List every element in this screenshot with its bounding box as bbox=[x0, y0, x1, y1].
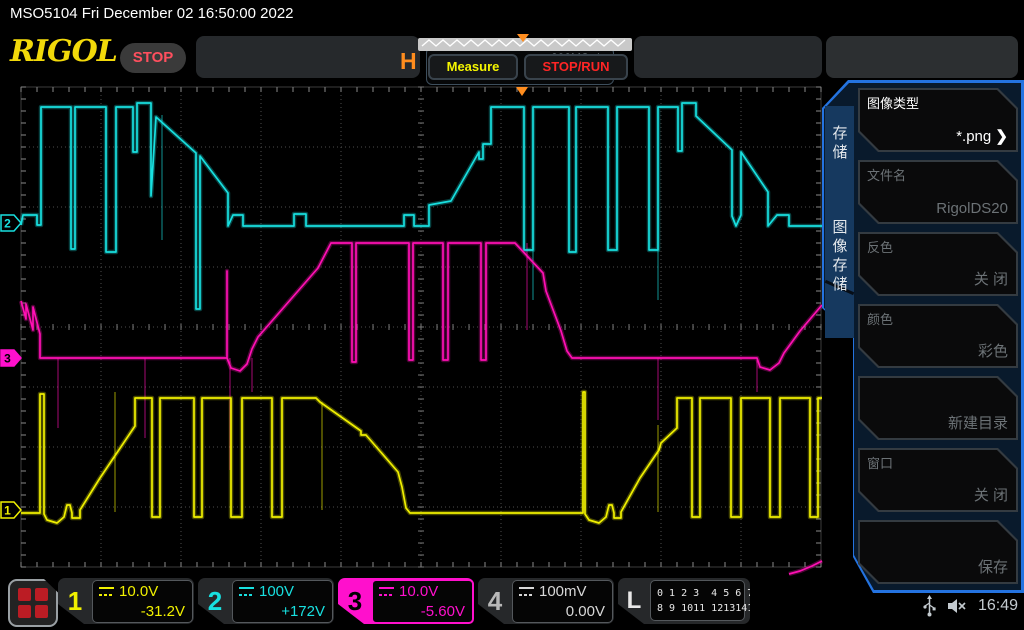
menu-item-value: 彩色 bbox=[978, 340, 1008, 361]
logic-channels-box[interactable]: L 0 1 2 3 4 5 6 7 8 9 1011 12131415 bbox=[618, 578, 750, 624]
model-datetime-bar: MSO5104 Fri December 02 16:50:00 2022 bbox=[0, 0, 1024, 28]
coupling-dc-icon bbox=[99, 587, 114, 596]
grid-dot bbox=[18, 588, 31, 601]
waveform-overview-strip[interactable] bbox=[418, 34, 632, 52]
channel-2-number: 2 bbox=[198, 578, 232, 624]
clock-time: 16:49 bbox=[978, 597, 1018, 615]
channel-3-values: 10.0V -5.60V bbox=[371, 579, 474, 624]
menu-item-filename[interactable]: 文件名 RigolDS20 bbox=[858, 160, 1018, 224]
logic-row-1: 0 1 2 3 4 5 6 7 bbox=[657, 588, 753, 599]
channel-marker-label: 1 bbox=[4, 504, 11, 518]
channel-4-offset: 0.00V bbox=[566, 603, 605, 620]
coupling-dc-icon bbox=[519, 587, 534, 596]
channel-marker-label: 3 bbox=[4, 352, 11, 366]
menu-item-value: 新建目录 bbox=[948, 412, 1008, 433]
run-state-badge[interactable]: STOP bbox=[120, 43, 186, 73]
status-tray: 16:49 bbox=[923, 595, 1018, 617]
waveform-ch2 bbox=[21, 103, 822, 309]
logic-row-2: 8 9 1011 12131415 bbox=[657, 603, 759, 614]
save-menu-panel: 存 储 图 像 存 储 图像类型 *.png ❯ 文件名 RigolDS20 反… bbox=[820, 80, 1024, 593]
header-toolbar: RIGOL STOP H 200us 200MSa/s 20Mpts Measu… bbox=[0, 28, 1024, 82]
menu-item-new-directory[interactable]: 新建目录 bbox=[858, 376, 1018, 440]
channel-1-number: 1 bbox=[58, 578, 92, 624]
channel-2-values: 100V +172V bbox=[232, 580, 333, 623]
delay-group: D -906us bbox=[634, 36, 822, 78]
channel-4-values: 100mV 0.00V bbox=[512, 580, 613, 623]
grid-dot bbox=[18, 605, 31, 618]
usb-icon bbox=[923, 595, 936, 617]
horizontal-group: H 200us 200MSa/s 20Mpts bbox=[196, 36, 420, 78]
channel-marker-label: 2 bbox=[4, 217, 11, 231]
channel-3-box-selected[interactable]: 3 10.0V -5.60V bbox=[338, 578, 474, 624]
model-datetime-text: MSO5104 Fri December 02 16:50:00 2022 bbox=[10, 5, 294, 22]
channel-1-values: 10.0V -31.2V bbox=[92, 580, 193, 623]
speaker-muted-icon bbox=[946, 597, 968, 615]
menu-item-value: 关 闭 bbox=[974, 484, 1008, 505]
menu-item-image-type[interactable]: 图像类型 *.png ❯ bbox=[858, 88, 1018, 152]
menu-item-color[interactable]: 颜色 彩色 bbox=[858, 304, 1018, 368]
grid-dot bbox=[35, 605, 48, 618]
channel-4-box[interactable]: 4 100mV 0.00V bbox=[478, 578, 614, 624]
menu-item-save[interactable]: 保存 bbox=[858, 520, 1018, 584]
menu-grid-button[interactable] bbox=[8, 579, 58, 627]
logic-channel-list: 0 1 2 3 4 5 6 7 8 9 1011 12131415 bbox=[650, 580, 745, 621]
measure-button[interactable]: Measure bbox=[428, 54, 518, 80]
channel-3-offset: -5.60V bbox=[421, 603, 465, 620]
menu-item-value-text: *.png bbox=[956, 128, 991, 145]
chevron-right-icon: ❯ bbox=[995, 128, 1008, 145]
menu-item-value: RigolDS20 bbox=[936, 200, 1008, 217]
menu-item-invert[interactable]: 反色 关 闭 bbox=[858, 232, 1018, 296]
trigger-position-marker[interactable] bbox=[516, 87, 528, 96]
tab-storage[interactable]: 存 储 bbox=[826, 124, 854, 162]
horizontal-label: H bbox=[400, 48, 417, 75]
logic-label: L bbox=[618, 578, 650, 624]
trigger-group: T 1 -49.2mV A bbox=[826, 36, 1018, 78]
menu-item-window[interactable]: 窗口 关 闭 bbox=[858, 448, 1018, 512]
rigol-logo: RIGOL bbox=[10, 34, 117, 69]
channel-2-box[interactable]: 2 100V +172V bbox=[198, 578, 334, 624]
channel-4-scale: 100mV bbox=[539, 583, 587, 600]
menu-item-label: 窗口 bbox=[867, 453, 893, 472]
menu-item-label: 颜色 bbox=[867, 309, 893, 328]
stop-run-button[interactable]: STOP/RUN bbox=[524, 54, 628, 80]
menu-item-label: 图像类型 bbox=[867, 93, 919, 112]
tab-image-storage[interactable]: 图 像 存 储 bbox=[826, 218, 854, 294]
channel-1-scale: 10.0V bbox=[119, 583, 158, 600]
channel-2-scale: 100V bbox=[259, 583, 294, 600]
channel-2-offset: +172V bbox=[281, 603, 325, 620]
grid-dot bbox=[35, 588, 48, 601]
coupling-dc-icon bbox=[379, 587, 394, 596]
menu-item-value: 关 闭 bbox=[974, 268, 1008, 289]
menu-item-label: 文件名 bbox=[867, 165, 906, 184]
overview-bar[interactable] bbox=[418, 38, 632, 51]
menu-item-value: 保存 bbox=[978, 556, 1008, 577]
channel-1-offset: -31.2V bbox=[141, 603, 185, 620]
coupling-dc-icon bbox=[239, 587, 254, 596]
channel-1-box[interactable]: 1 10.0V -31.2V bbox=[58, 578, 194, 624]
channel-3-scale: 10.0V bbox=[399, 583, 438, 600]
menu-item-value: *.png ❯ bbox=[956, 127, 1008, 145]
menu-item-label: 反色 bbox=[867, 237, 893, 256]
waveform-ch2-glow bbox=[21, 103, 822, 309]
oscilloscope-screen: 2 3 1 MSO5104 Fri December 02 16:50:00 202… bbox=[0, 0, 1024, 630]
channel-3-number: 3 bbox=[338, 578, 372, 624]
channel-4-number: 4 bbox=[478, 578, 512, 624]
